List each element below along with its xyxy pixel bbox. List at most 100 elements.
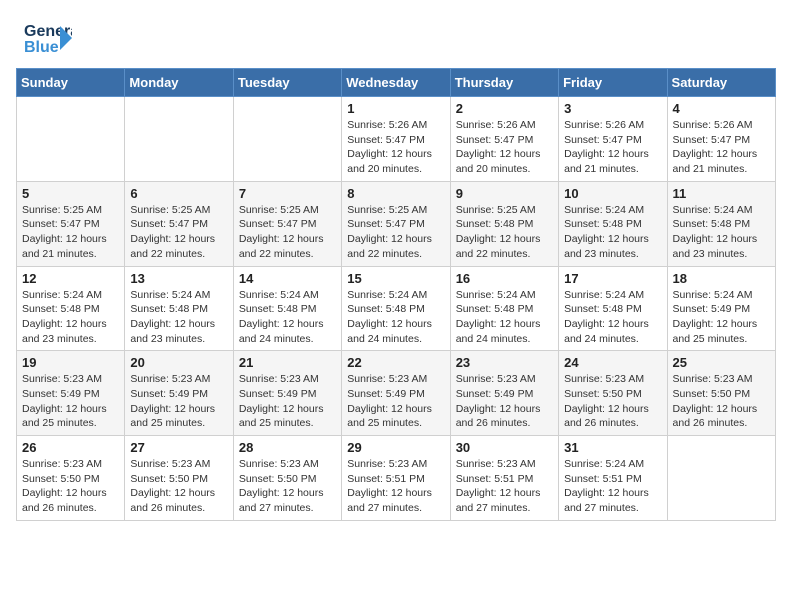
logo: General Blue	[24, 18, 74, 60]
day-info: Sunrise: 5:24 AMSunset: 5:48 PMDaylight:…	[456, 288, 553, 347]
svg-text:Blue: Blue	[24, 39, 59, 56]
calendar-cell: 9Sunrise: 5:25 AMSunset: 5:48 PMDaylight…	[450, 181, 558, 266]
calendar-cell: 1 Sunrise: 5:26 AMSunset: 5:47 PMDaylight…	[342, 97, 450, 182]
calendar-cell: 16 Sunrise: 5:24 AMSunset: 5:48 PMDayligh…	[450, 266, 558, 351]
calendar-cell: 12 Sunrise: 5:24 AMSunset: 5:48 PMDayligh…	[17, 266, 125, 351]
calendar-cell	[667, 436, 775, 521]
day-info: Sunrise: 5:24 AMSunset: 5:48 PMDaylight:…	[239, 288, 336, 347]
calendar-cell: 27Sunrise: 5:23 AMSunset: 5:50 PMDayligh…	[125, 436, 233, 521]
day-info: Sunrise: 5:26 AMSunset: 5:47 PMDaylight:…	[673, 118, 770, 177]
day-info: Sunrise: 5:25 AMSunset: 5:47 PMDaylight:…	[22, 203, 119, 262]
calendar-table: SundayMondayTuesdayWednesdayThursdayFrid…	[16, 68, 776, 521]
calendar-cell: 22 Sunrise: 5:23 AMSunset: 5:49 PMDayligh…	[342, 351, 450, 436]
calendar-week-2: 5Sunrise: 5:25 AMSunset: 5:47 PMDaylight…	[17, 181, 776, 266]
day-number: 19	[22, 355, 119, 370]
day-info: Sunrise: 5:24 AMSunset: 5:48 PMDaylight:…	[564, 203, 661, 262]
day-number: 30	[456, 440, 553, 455]
day-number: 20	[130, 355, 227, 370]
calendar-week-1: 1 Sunrise: 5:26 AMSunset: 5:47 PMDaylight…	[17, 97, 776, 182]
calendar-cell: 7Sunrise: 5:25 AMSunset: 5:47 PMDaylight…	[233, 181, 341, 266]
day-number: 3	[564, 101, 661, 116]
calendar-week-3: 12 Sunrise: 5:24 AMSunset: 5:48 PMDayligh…	[17, 266, 776, 351]
calendar-cell: 23Sunrise: 5:23 AMSunset: 5:49 PMDayligh…	[450, 351, 558, 436]
calendar-cell: 17 Sunrise: 5:24 AMSunset: 5:48 PMDayligh…	[559, 266, 667, 351]
day-number: 31	[564, 440, 661, 455]
calendar-cell: 15Sunrise: 5:24 AMSunset: 5:48 PMDayligh…	[342, 266, 450, 351]
calendar-cell: 24 Sunrise: 5:23 AMSunset: 5:50 PMDayligh…	[559, 351, 667, 436]
weekday-header-thursday: Thursday	[450, 69, 558, 97]
calendar-container: SundayMondayTuesdayWednesdayThursdayFrid…	[0, 68, 792, 529]
weekday-header-tuesday: Tuesday	[233, 69, 341, 97]
day-info: Sunrise: 5:24 AMSunset: 5:48 PMDaylight:…	[22, 288, 119, 347]
day-info: Sunrise: 5:23 AMSunset: 5:49 PMDaylight:…	[347, 372, 444, 431]
day-info: Sunrise: 5:24 AMSunset: 5:49 PMDaylight:…	[673, 288, 770, 347]
day-info: Sunrise: 5:23 AMSunset: 5:49 PMDaylight:…	[22, 372, 119, 431]
calendar-cell	[125, 97, 233, 182]
calendar-week-4: 19 Sunrise: 5:23 AMSunset: 5:49 PMDayligh…	[17, 351, 776, 436]
logo-icon: General Blue	[24, 18, 72, 60]
day-number: 8	[347, 186, 444, 201]
calendar-cell: 3 Sunrise: 5:26 AMSunset: 5:47 PMDaylight…	[559, 97, 667, 182]
day-number: 28	[239, 440, 336, 455]
day-info: Sunrise: 5:26 AMSunset: 5:47 PMDaylight:…	[564, 118, 661, 177]
page-header: General Blue	[0, 0, 792, 68]
day-number: 22	[347, 355, 444, 370]
weekday-header-sunday: Sunday	[17, 69, 125, 97]
day-info: Sunrise: 5:23 AMSunset: 5:50 PMDaylight:…	[673, 372, 770, 431]
calendar-cell: 13 Sunrise: 5:24 AMSunset: 5:48 PMDayligh…	[125, 266, 233, 351]
day-info: Sunrise: 5:23 AMSunset: 5:50 PMDaylight:…	[564, 372, 661, 431]
day-info: Sunrise: 5:23 AMSunset: 5:51 PMDaylight:…	[456, 457, 553, 516]
day-info: Sunrise: 5:24 AMSunset: 5:48 PMDaylight:…	[347, 288, 444, 347]
day-number: 1	[347, 101, 444, 116]
day-number: 27	[130, 440, 227, 455]
calendar-cell: 11Sunrise: 5:24 AMSunset: 5:48 PMDayligh…	[667, 181, 775, 266]
day-number: 25	[673, 355, 770, 370]
day-number: 6	[130, 186, 227, 201]
calendar-cell: 28 Sunrise: 5:23 AMSunset: 5:50 PMDayligh…	[233, 436, 341, 521]
day-number: 17	[564, 271, 661, 286]
calendar-week-5: 26 Sunrise: 5:23 AMSunset: 5:50 PMDayligh…	[17, 436, 776, 521]
day-number: 10	[564, 186, 661, 201]
day-info: Sunrise: 5:24 AMSunset: 5:48 PMDaylight:…	[564, 288, 661, 347]
day-number: 29	[347, 440, 444, 455]
day-info: Sunrise: 5:24 AMSunset: 5:48 PMDaylight:…	[130, 288, 227, 347]
calendar-cell: 18 Sunrise: 5:24 AMSunset: 5:49 PMDayligh…	[667, 266, 775, 351]
day-info: Sunrise: 5:23 AMSunset: 5:49 PMDaylight:…	[239, 372, 336, 431]
calendar-cell: 29 Sunrise: 5:23 AMSunset: 5:51 PMDayligh…	[342, 436, 450, 521]
calendar-cell: 26Sunrise: 5:23 AMSunset: 5:50 PMDayligh…	[17, 436, 125, 521]
weekday-header-monday: Monday	[125, 69, 233, 97]
day-number: 7	[239, 186, 336, 201]
day-info: Sunrise: 5:26 AMSunset: 5:47 PMDaylight:…	[347, 118, 444, 177]
day-number: 4	[673, 101, 770, 116]
calendar-cell	[17, 97, 125, 182]
day-number: 16	[456, 271, 553, 286]
weekday-header-friday: Friday	[559, 69, 667, 97]
calendar-cell	[233, 97, 341, 182]
day-info: Sunrise: 5:26 AMSunset: 5:47 PMDaylight:…	[456, 118, 553, 177]
day-info: Sunrise: 5:23 AMSunset: 5:50 PMDaylight:…	[239, 457, 336, 516]
day-info: Sunrise: 5:25 AMSunset: 5:47 PMDaylight:…	[347, 203, 444, 262]
day-number: 23	[456, 355, 553, 370]
day-number: 12	[22, 271, 119, 286]
day-number: 21	[239, 355, 336, 370]
calendar-cell: 14 Sunrise: 5:24 AMSunset: 5:48 PMDayligh…	[233, 266, 341, 351]
day-number: 13	[130, 271, 227, 286]
day-number: 14	[239, 271, 336, 286]
calendar-cell: 19 Sunrise: 5:23 AMSunset: 5:49 PMDayligh…	[17, 351, 125, 436]
calendar-cell: 21 Sunrise: 5:23 AMSunset: 5:49 PMDayligh…	[233, 351, 341, 436]
calendar-cell: 6 Sunrise: 5:25 AMSunset: 5:47 PMDaylight…	[125, 181, 233, 266]
day-number: 26	[22, 440, 119, 455]
day-number: 9	[456, 186, 553, 201]
calendar-cell: 10 Sunrise: 5:24 AMSunset: 5:48 PMDayligh…	[559, 181, 667, 266]
calendar-cell: 20 Sunrise: 5:23 AMSunset: 5:49 PMDayligh…	[125, 351, 233, 436]
calendar-cell: 30 Sunrise: 5:23 AMSunset: 5:51 PMDayligh…	[450, 436, 558, 521]
weekday-row: SundayMondayTuesdayWednesdayThursdayFrid…	[17, 69, 776, 97]
day-number: 18	[673, 271, 770, 286]
calendar-body: 1 Sunrise: 5:26 AMSunset: 5:47 PMDaylight…	[17, 97, 776, 521]
calendar-cell: 5Sunrise: 5:25 AMSunset: 5:47 PMDaylight…	[17, 181, 125, 266]
day-info: Sunrise: 5:23 AMSunset: 5:49 PMDaylight:…	[130, 372, 227, 431]
day-number: 24	[564, 355, 661, 370]
day-info: Sunrise: 5:23 AMSunset: 5:51 PMDaylight:…	[347, 457, 444, 516]
day-info: Sunrise: 5:25 AMSunset: 5:47 PMDaylight:…	[130, 203, 227, 262]
calendar-cell: 4 Sunrise: 5:26 AMSunset: 5:47 PMDaylight…	[667, 97, 775, 182]
